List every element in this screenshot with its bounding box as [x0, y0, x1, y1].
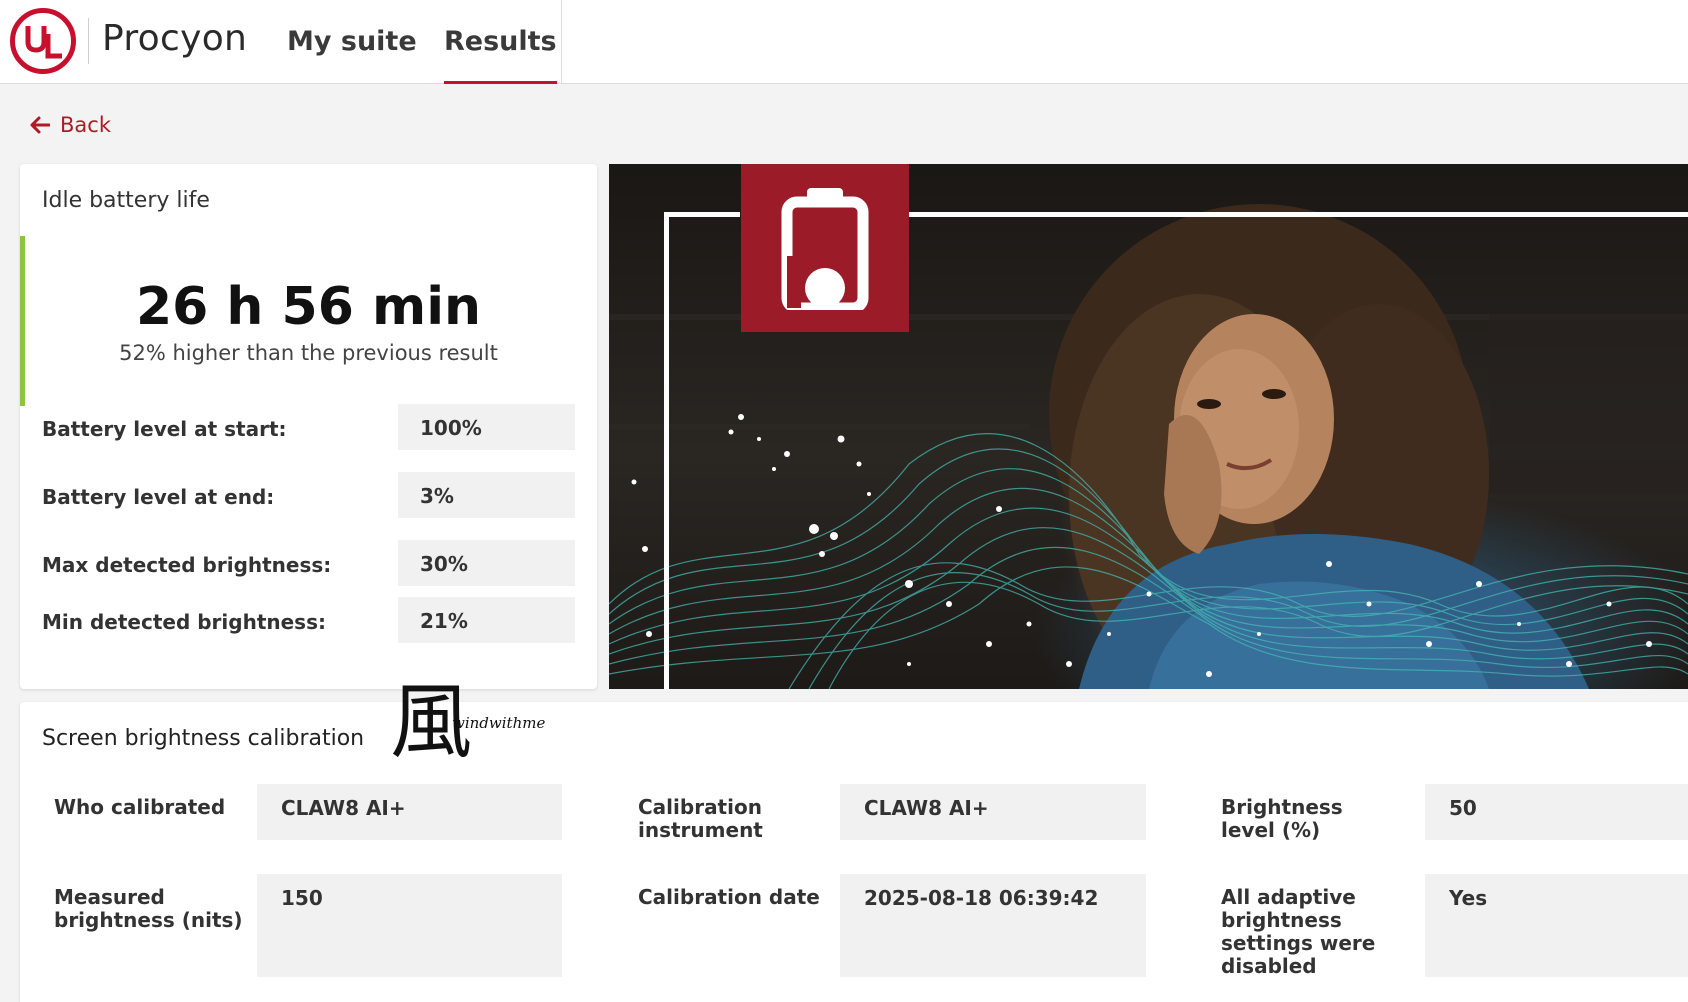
measured-brightness-value: 150 [257, 874, 562, 977]
calibration-date-label: Calibration date [638, 885, 820, 909]
calibration-instrument-label: Calibration instrument [638, 795, 763, 842]
adaptive-brightness-value: Yes [1425, 874, 1688, 977]
tab-results[interactable]: Results [444, 26, 557, 84]
top-bar: Procyon My suite Results [0, 0, 1688, 84]
app-brand: Procyon [102, 18, 248, 59]
back-link[interactable]: Back [30, 110, 111, 140]
hero-frame-line [909, 212, 1688, 217]
adaptive-brightness-label: All adaptive brightness settings were di… [1221, 885, 1376, 978]
min-brightness-label: Min detected brightness: [42, 610, 326, 634]
calibration-title: Screen brightness calibration [42, 726, 365, 751]
battery-card-title: Idle battery life [42, 188, 210, 213]
idle-battery-card: Idle battery life 26 h 56 min 52% higher… [20, 164, 597, 689]
watermark: 風 windwithme [390, 672, 550, 770]
tab-my-suite[interactable]: My suite [287, 26, 417, 84]
nav-divider [561, 0, 562, 84]
arrow-left-icon [30, 116, 50, 134]
battery-life-value: 26 h 56 min [135, 277, 482, 337]
who-calibrated-value: CLAW8 AI+ [257, 784, 562, 840]
who-calibrated-label: Who calibrated [54, 795, 226, 819]
calibration-instrument-value: CLAW8 AI+ [840, 784, 1146, 840]
brightness-level-label: Brightness level (%) [1221, 795, 1343, 842]
brightness-calibration-card: Screen brightness calibration Who calibr… [20, 702, 1688, 1002]
hero-frame-line [664, 212, 740, 217]
brand-divider [88, 18, 89, 64]
max-brightness-label: Max detected brightness: [42, 553, 332, 577]
battery-badge [741, 164, 909, 332]
ul-logo [10, 8, 76, 74]
battery-end-label: Battery level at end: [42, 485, 275, 509]
max-brightness-value: 30% [398, 540, 575, 586]
battery-life-comparison: 52% higher than the previous result [119, 341, 498, 365]
ul-logo-mark [25, 26, 62, 59]
calibration-date-value: 2025-08-18 06:39:42 [840, 874, 1146, 977]
back-label: Back [60, 113, 111, 137]
battery-start-value: 100% [398, 404, 575, 450]
min-brightness-value: 21% [398, 597, 575, 643]
battery-start-label: Battery level at start: [42, 417, 287, 441]
battery-icon [781, 188, 869, 310]
battery-end-value: 3% [398, 472, 575, 518]
measured-brightness-label: Measured brightness (nits) [54, 885, 243, 932]
brightness-level-value: 50 [1425, 784, 1688, 840]
watermark-logo: 風 windwithme [390, 675, 545, 770]
hero-frame-line [664, 212, 669, 689]
hero-image [609, 164, 1688, 689]
watermark-text: windwithme [452, 714, 545, 732]
